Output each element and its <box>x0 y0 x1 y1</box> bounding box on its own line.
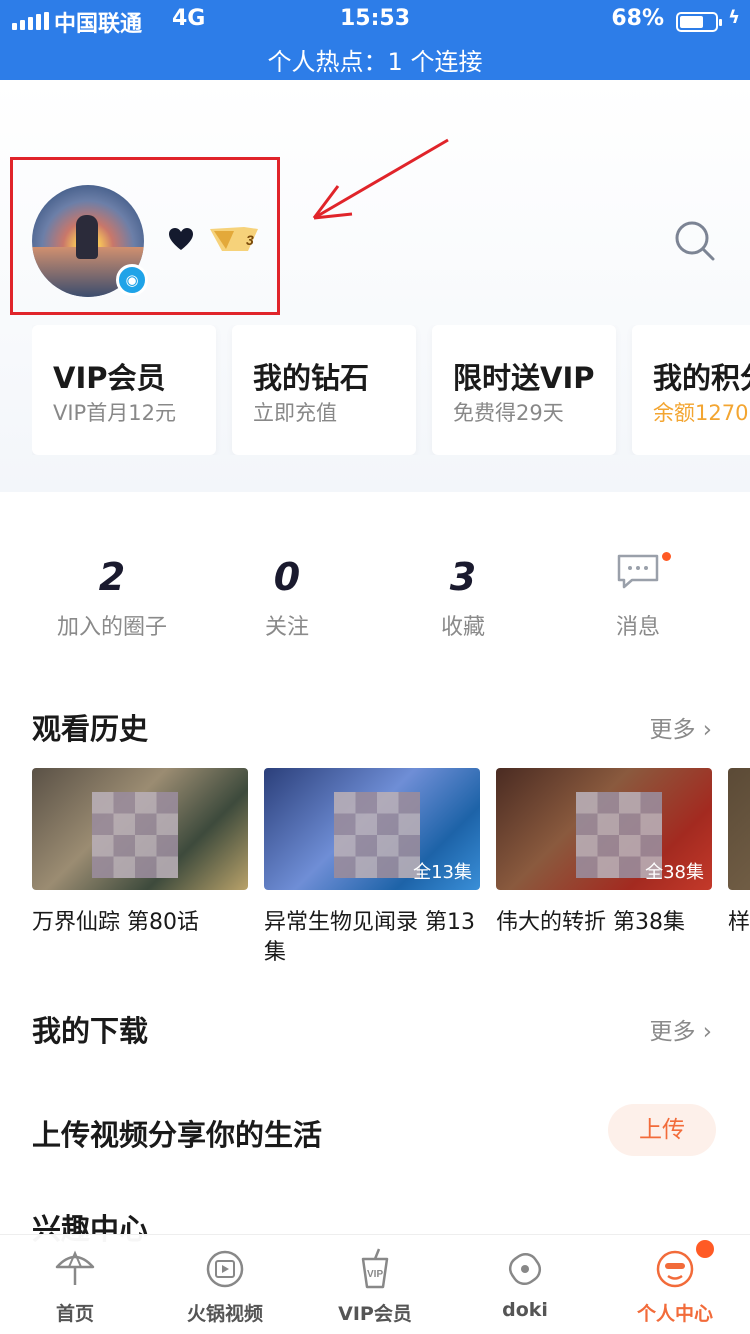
status-bar: 中国联通 4G 15:53 68% ϟ 个人热点：1 个连接 <box>0 0 750 80</box>
history-item[interactable]: 全38集 伟大的转折 第38集 <box>496 768 712 968</box>
profile-face-icon <box>656 1250 694 1288</box>
film-icon <box>206 1250 244 1288</box>
card-free-vip[interactable]: 限时送VIP 免费得29天 <box>432 325 616 455</box>
history-thumbnail: 全13集 <box>264 768 480 890</box>
search-icon[interactable] <box>672 218 716 262</box>
card-title: 我的钻石 <box>253 361 370 395</box>
profile-notification-dot <box>696 1240 714 1258</box>
stat-label: 加入的圈子 <box>56 615 167 640</box>
card-points[interactable]: 我的积分 余额1270 <box>632 325 750 455</box>
card-title: 我的积分 <box>653 361 750 395</box>
charging-icon: ϟ <box>728 7 740 28</box>
history-thumbnail: 全38集 <box>496 768 712 890</box>
stat-value: 2 <box>98 555 126 599</box>
annotation-arrow <box>312 138 449 220</box>
card-diamonds[interactable]: 我的钻石 立即充值 <box>232 325 416 455</box>
episode-count: 全38集 <box>645 862 704 883</box>
tab-profile[interactable]: 个人中心 <box>610 1247 740 1326</box>
battery-icon <box>676 12 722 32</box>
hotspot-banner[interactable]: 个人热点：1 个连接 <box>0 42 750 77</box>
svg-text:VIP: VIP <box>367 1269 383 1280</box>
stat-label: 收藏 <box>440 615 485 640</box>
tab-label: 火锅视频 <box>186 1303 263 1325</box>
stat-value: 0 <box>273 555 301 599</box>
history-title: 观看历史 <box>32 712 149 746</box>
tab-label: 首页 <box>55 1303 94 1325</box>
card-subtitle: 立即充值 <box>253 401 337 425</box>
card-subtitle: VIP首月12元 <box>53 401 176 425</box>
history-caption: 伟大的转折 第38集 <box>496 910 685 935</box>
stat-following[interactable]: 0 关注 <box>207 555 367 641</box>
unread-dot <box>662 552 671 561</box>
history-item[interactable]: 全13集 异常生物见闻录 第13集 <box>264 768 480 968</box>
tab-label: 个人中心 <box>636 1303 713 1325</box>
history-thumbnail <box>32 768 248 890</box>
umbrella-icon <box>55 1250 95 1285</box>
tab-vip[interactable]: VIP VIP会员 <box>310 1247 440 1326</box>
upload-prompt: 上传视频分享你的生活 <box>32 1118 323 1152</box>
history-item[interactable]: 万界仙踪 第80话 <box>32 768 248 968</box>
history-thumbnail <box>728 768 750 890</box>
upload-button[interactable]: 上传 <box>608 1104 716 1156</box>
stat-favorites[interactable]: 3 收藏 <box>383 555 543 641</box>
doki-icon <box>508 1252 542 1286</box>
vip-cup-icon: VIP <box>361 1248 389 1289</box>
history-item[interactable]: 样 <box>728 768 750 968</box>
history-caption: 万界仙踪 第80话 <box>32 910 199 935</box>
history-caption: 异常生物见闻录 第13集 <box>264 910 475 965</box>
service-cards: VIP会员 VIP首月12元 我的钻石 立即充值 限时送VIP 免费得29天 我… <box>32 325 750 455</box>
stat-label: 消息 <box>615 615 660 640</box>
tab-hotpot-video[interactable]: 火锅视频 <box>160 1247 290 1326</box>
history-list: 万界仙踪 第80话 全13集 异常生物见闻录 第13集 全38集 伟大的转折 第… <box>32 768 750 968</box>
episode-count: 全13集 <box>413 862 472 883</box>
history-caption: 样 <box>728 910 750 935</box>
tab-bar: 首页 火锅视频 VIP VIP会员 doki 个人中心 <box>0 1234 750 1334</box>
card-vip[interactable]: VIP会员 VIP首月12元 <box>32 325 216 455</box>
tab-home[interactable]: 首页 <box>10 1247 140 1326</box>
card-title: VIP会员 <box>53 361 166 395</box>
highlight-box <box>10 157 280 315</box>
tab-label: doki <box>502 1299 548 1321</box>
downloads-title[interactable]: 我的下载 <box>32 1008 148 1050</box>
tab-doki[interactable]: doki <box>460 1247 590 1321</box>
tab-label: VIP会员 <box>338 1303 412 1325</box>
stat-value: 3 <box>449 555 477 599</box>
stat-circles[interactable]: 2 加入的圈子 <box>32 555 192 641</box>
stat-label: 关注 <box>264 615 309 640</box>
card-subtitle: 免费得29天 <box>453 401 564 425</box>
history-more-link[interactable]: 更多 › <box>649 710 712 744</box>
battery-percent: 68% <box>611 6 664 31</box>
downloads-more-link[interactable]: 更多 › <box>649 1012 712 1046</box>
message-icon[interactable] <box>616 553 660 589</box>
card-subtitle: 余额1270 <box>653 401 749 425</box>
card-title: 限时送VIP <box>453 361 595 395</box>
